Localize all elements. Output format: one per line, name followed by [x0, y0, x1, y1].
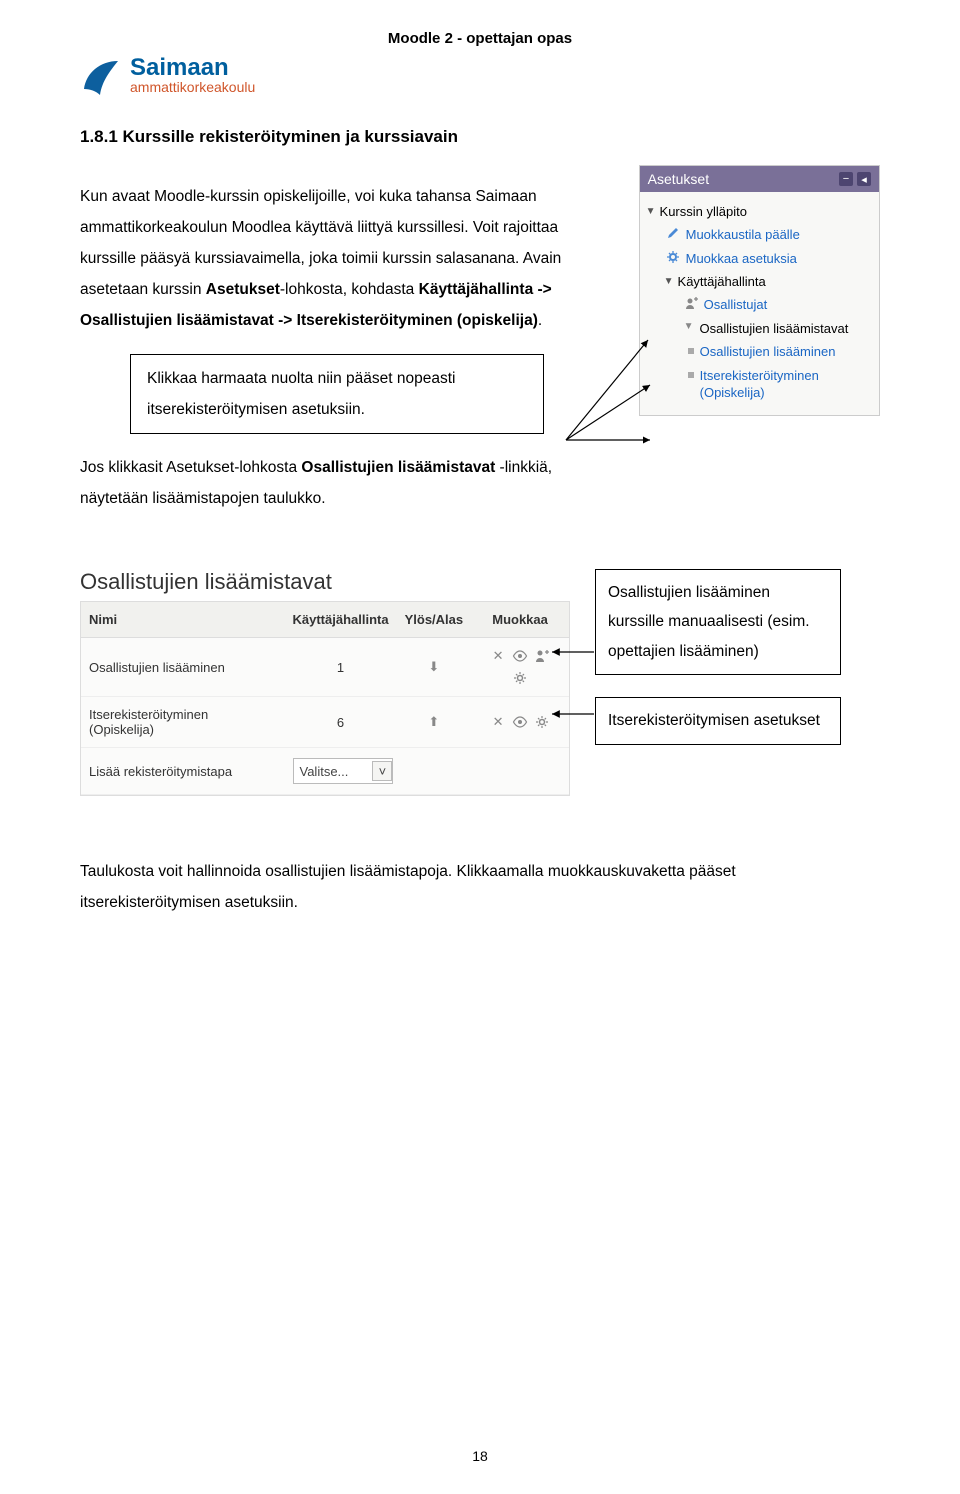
col-name: Nimi	[81, 602, 285, 638]
note-manual-enrol: Osallistujien lisääminen kurssille manua…	[595, 569, 841, 675]
bullet-icon	[688, 348, 694, 354]
enrolment-table-wrap: Osallistujien lisäämistavat Nimi Käyttäj…	[80, 569, 570, 796]
chevron-down-icon: ▼	[664, 276, 674, 287]
chevron-down-icon: ▼	[646, 206, 656, 217]
block-header-icons: − ◂	[839, 172, 871, 186]
settings-block: Asetukset − ◂ ▼ Kurssin ylläpito Muokkau…	[639, 165, 880, 416]
paragraph-2: Jos klikkasit Asetukset-lohkosta Osallis…	[80, 452, 609, 514]
side-notes: Osallistujien lisääminen kurssille manua…	[595, 569, 841, 745]
eye-icon[interactable]	[512, 648, 528, 664]
main-column: Kun avaat Moodle-kurssin opiskelijoille,…	[80, 165, 609, 529]
cell-actions: ✕	[471, 697, 569, 748]
logo-subtitle: ammattikorkeakoulu	[130, 80, 255, 95]
table-row-add: Lisää rekisteröitymistapa Valitse... ˅	[81, 748, 569, 795]
group-label: Käyttäjähallinta	[678, 274, 766, 289]
settings-block-body: ▼ Kurssin ylläpito Muokkaustila päälle M…	[640, 192, 879, 415]
paragraph-1: Kun avaat Moodle-kurssin opiskelijoille,…	[80, 181, 609, 336]
note-text: Itserekisteröitymisen asetukset	[608, 712, 820, 729]
arrow-down-icon[interactable]: ⬇	[428, 659, 439, 674]
text: .	[538, 312, 542, 329]
col-muokkaa: Muokkaa	[471, 602, 569, 638]
gear-icon	[666, 250, 680, 264]
note-text: Osallistujien lisääminen kurssille manua…	[608, 584, 810, 660]
logo-text: Saimaan ammattikorkeakoulu	[130, 56, 255, 95]
arrow-icon	[548, 646, 596, 658]
item-label: Osallistujat	[704, 296, 768, 314]
settings-item-participants[interactable]: Osallistujat	[646, 293, 873, 317]
dock-icon[interactable]: ◂	[857, 172, 871, 186]
settings-group-course[interactable]: ▼ Kurssin ylläpito	[646, 204, 873, 219]
settings-item-editsettings[interactable]: Muokkaa asetuksia	[646, 247, 873, 271]
select-value: Valitse...	[300, 764, 349, 779]
eye-icon[interactable]	[512, 714, 528, 730]
logo-icon	[80, 55, 122, 97]
settings-item-editmode[interactable]: Muokkaustila päälle	[646, 223, 873, 247]
settings-subitem-manual[interactable]: Osallistujien lisääminen	[646, 340, 873, 364]
item-label: Osallistujien lisäämistavat	[700, 320, 849, 338]
settings-block-title: Asetukset	[648, 171, 709, 187]
document-header: Moodle 2 - opettajan opas	[80, 30, 880, 47]
table-header-row: Nimi Käyttäjähallinta Ylös/Alas Muokkaa	[81, 602, 569, 638]
col-updown: Ylös/Alas	[397, 602, 472, 638]
col-kayttajahallinta: Käyttäjähallinta	[285, 602, 397, 638]
settings-item-enrolment-methods[interactable]: ▼ Osallistujien lisäämistavat	[646, 317, 873, 341]
cell-add-select: Valitse... ˅	[285, 748, 570, 795]
delete-icon[interactable]: ✕	[490, 648, 506, 664]
minimize-icon[interactable]: −	[839, 172, 853, 186]
settings-group-users[interactable]: ▼ Käyttäjähallinta	[646, 274, 873, 289]
arrow-icon	[548, 708, 596, 720]
logo-title: Saimaan	[130, 56, 255, 80]
note-selfreg-settings: Itserekisteröitymisen asetukset	[595, 697, 841, 744]
text: Jos klikkasit Asetukset-lohkosta	[80, 459, 301, 476]
item-label: Muokkaa asetuksia	[686, 250, 797, 268]
paragraph-3: Taulukosta voit hallinnoida osallistujie…	[80, 856, 880, 918]
section-heading: 1.8.1 Kurssille rekisteröityminen ja kur…	[80, 127, 880, 147]
item-label: Itserekisteröityminen (Opiskelija)	[700, 367, 873, 402]
callout-box: Klikkaa harmaata nuolta niin pääset nope…	[130, 354, 544, 434]
text-bold: Osallistujien lisäämistavat	[301, 459, 495, 476]
settings-subitem-selfreg[interactable]: Itserekisteröityminen (Opiskelija)	[646, 364, 873, 405]
chevron-down-icon: ˅	[372, 761, 392, 781]
table-row: Osallistujien lisääminen 1 ⬇ ✕	[81, 638, 569, 697]
user-add-icon	[684, 296, 698, 310]
cell-count: 1	[285, 638, 397, 697]
cell-updown: ⬇	[397, 638, 472, 697]
callout-text: Klikkaa harmaata nuolta niin pääset nope…	[147, 370, 455, 418]
text: -lohkosta, kohdasta	[280, 281, 419, 298]
add-method-select[interactable]: Valitse... ˅	[293, 758, 394, 784]
page: Moodle 2 - opettajan opas Saimaan ammatt…	[0, 0, 960, 1494]
pencil-icon	[666, 226, 680, 240]
settings-block-header: Asetukset − ◂	[640, 166, 879, 192]
group-label: Kurssin ylläpito	[660, 204, 747, 219]
item-label: Osallistujien lisääminen	[700, 343, 836, 361]
cell-name: Itserekisteröityminen (Opiskelija)	[81, 697, 285, 748]
cell-add-label: Lisää rekisteröitymistapa	[81, 748, 285, 795]
cell-count: 6	[285, 697, 397, 748]
chevron-down-icon: ▼	[684, 320, 694, 334]
logo: Saimaan ammattikorkeakoulu	[80, 55, 880, 97]
text-bold: Asetukset	[206, 281, 280, 298]
enrolment-table: Nimi Käyttäjähallinta Ylös/Alas Muokkaa …	[80, 601, 570, 796]
delete-icon[interactable]: ✕	[490, 714, 506, 730]
table-row: Itserekisteröityminen (Opiskelija) 6 ⬆ ✕	[81, 697, 569, 748]
cell-updown: ⬆	[397, 697, 472, 748]
bullet-icon	[688, 372, 694, 378]
item-label: Muokkaustila päälle	[686, 226, 800, 244]
table-title: Osallistujien lisäämistavat	[80, 569, 570, 595]
gear-icon[interactable]	[512, 670, 528, 686]
page-number: 18	[0, 1448, 960, 1464]
cell-name: Osallistujien lisääminen	[81, 638, 285, 697]
arrow-up-icon[interactable]: ⬆	[428, 714, 439, 729]
